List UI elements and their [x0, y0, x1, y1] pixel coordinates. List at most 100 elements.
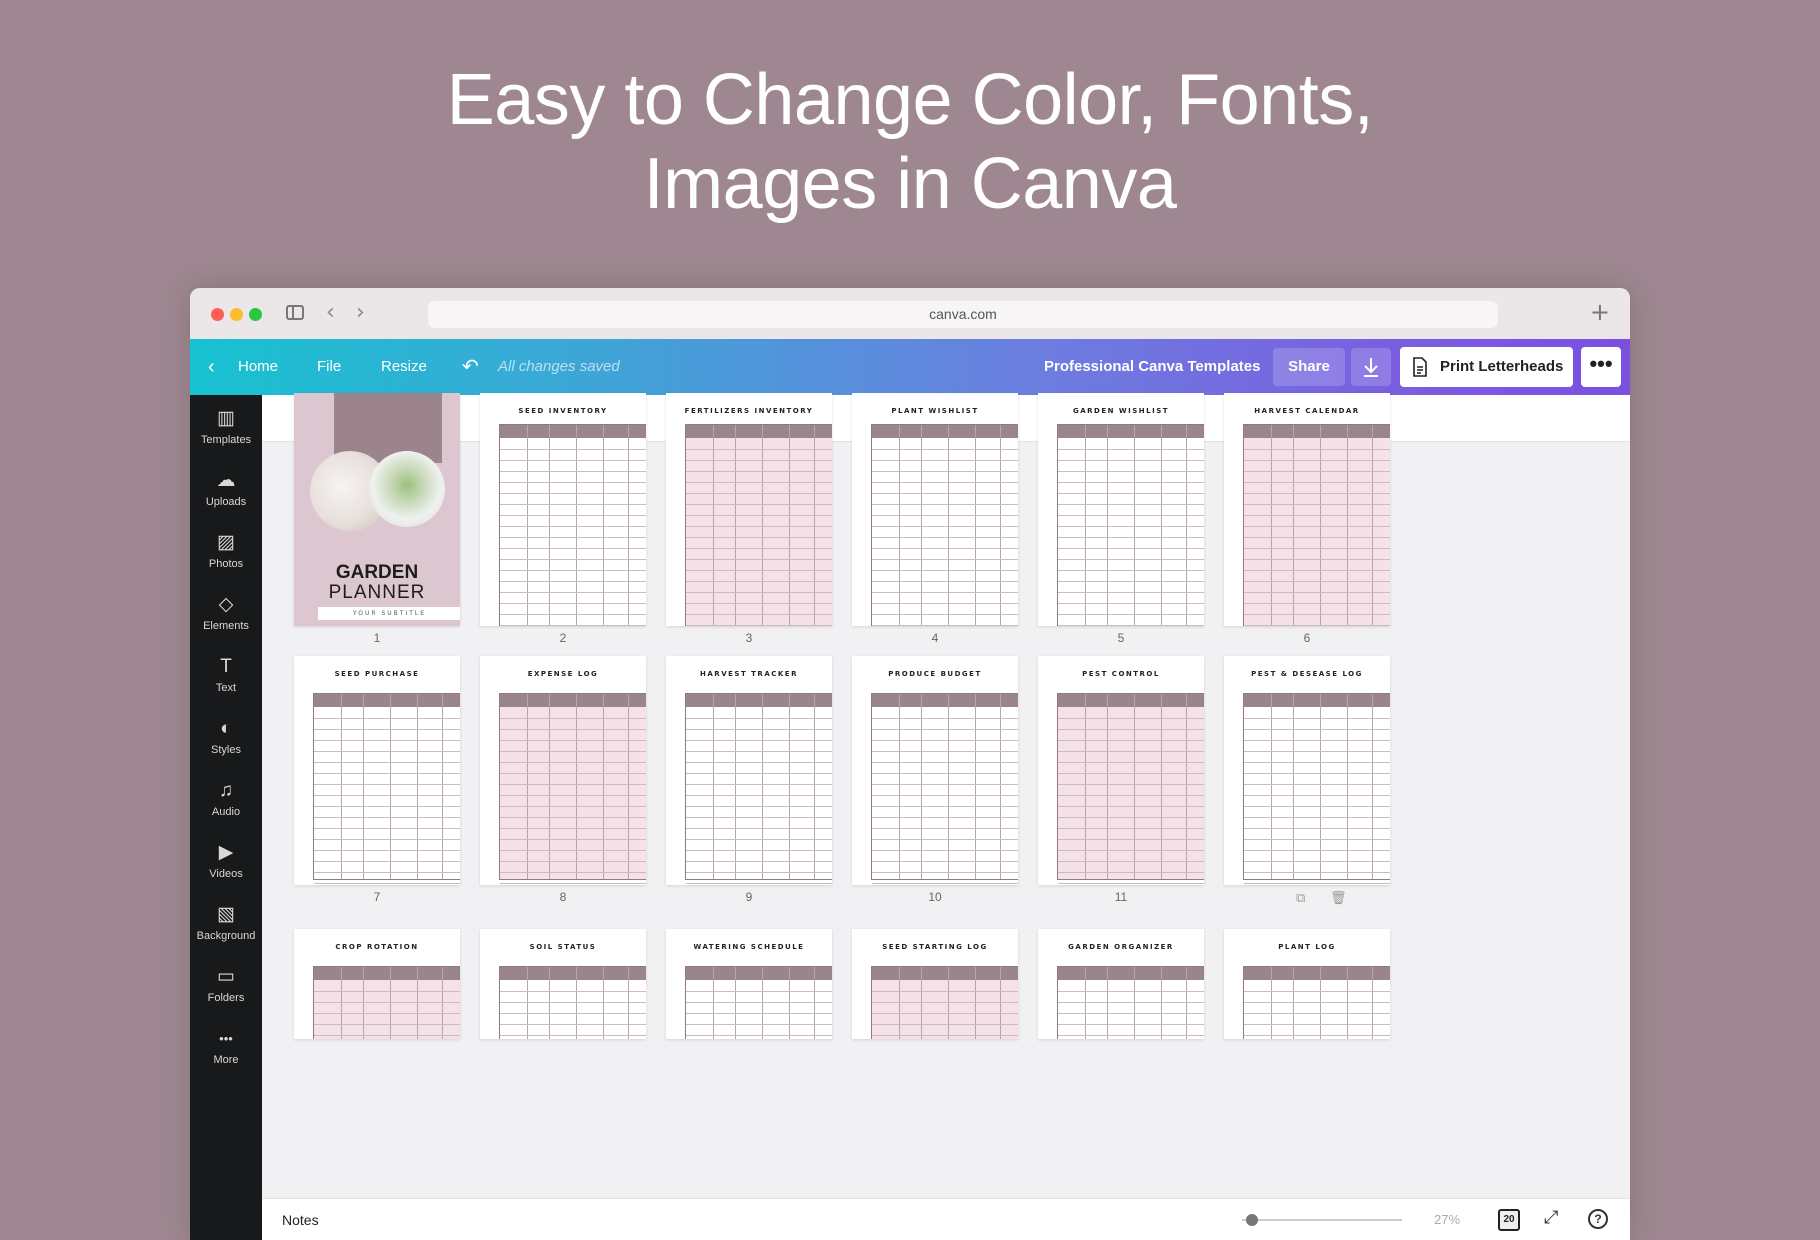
- page-thumbnail[interactable]: GARDEN PLANNER YOUR SUBTITLE: [294, 393, 460, 626]
- home-button[interactable]: Home: [238, 339, 278, 395]
- notes-button[interactable]: Notes: [282, 1199, 319, 1240]
- sidebar-item-elements[interactable]: ◇ Elements: [190, 581, 262, 643]
- back-arrow-icon[interactable]: ‹: [326, 300, 335, 325]
- video-icon: ▶: [218, 842, 234, 863]
- page-thumbnail[interactable]: HARVEST TRACKER: [666, 656, 832, 885]
- planner-table: [313, 966, 460, 1039]
- table-header: [500, 425, 646, 438]
- table-header: [872, 967, 1018, 980]
- page-thumbnail[interactable]: GARDEN WISHLIST: [1038, 393, 1204, 626]
- page-thumbnail[interactable]: CROP ROTATION: [294, 929, 460, 1039]
- address-bar[interactable]: canva.com: [428, 301, 1498, 328]
- page-title: PEST & DESEASE LOG: [1251, 670, 1363, 678]
- sidebar-item-styles[interactable]: ◐ Styles: [190, 705, 262, 767]
- print-letterheads-button[interactable]: Print Letterheads: [1400, 347, 1573, 387]
- table-header: [1244, 694, 1390, 707]
- duplicate-page-icon[interactable]: ⧉: [1296, 891, 1305, 906]
- sidebar-item-label: Elements: [203, 620, 249, 632]
- design-title[interactable]: Professional Canva Templates: [1044, 339, 1260, 395]
- page-thumbnail[interactable]: PLANT LOG: [1224, 929, 1390, 1039]
- sidebar-item-uploads[interactable]: ☁ Uploads: [190, 457, 262, 519]
- page-number: 5: [1117, 631, 1125, 645]
- forward-arrow-icon[interactable]: ›: [356, 300, 365, 325]
- help-icon[interactable]: ?: [1588, 1209, 1608, 1229]
- page-thumbnail[interactable]: PEST CONTROL: [1038, 656, 1204, 885]
- more-options-button[interactable]: •••: [1581, 347, 1621, 387]
- sidebar-item-photos[interactable]: ▨ Photos: [190, 519, 262, 581]
- headline-line-2: Images in Canva: [643, 144, 1177, 224]
- text-icon: T: [220, 656, 232, 677]
- grid-view-button[interactable]: 20: [1498, 1209, 1520, 1231]
- page-thumbnail[interactable]: SEED INVENTORY: [480, 393, 646, 626]
- page-thumbnail[interactable]: SEED PURCHASE: [294, 656, 460, 885]
- sidebar-item-templates[interactable]: ▥ Templates: [190, 395, 262, 457]
- browser-chrome: ‹ › canva.com +: [190, 288, 1630, 339]
- page-thumbnail[interactable]: PRODUCE BUDGET: [852, 656, 1018, 885]
- more-icon: •••: [219, 1031, 233, 1046]
- new-tab-icon[interactable]: +: [1590, 298, 1610, 326]
- page-thumbnail[interactable]: GARDEN ORGANIZER: [1038, 929, 1204, 1039]
- table-header: [314, 694, 460, 707]
- zoom-slider[interactable]: [1242, 1219, 1402, 1221]
- page-thumbnail[interactable]: FERTILIZERS INVENTORY: [666, 393, 832, 626]
- sidebar-item-label: Background: [196, 930, 256, 942]
- page-thumbnail[interactable]: SOIL STATUS: [480, 929, 646, 1039]
- trash-icon[interactable]: 🗑: [1330, 891, 1347, 906]
- zoom-level[interactable]: 27%: [1434, 1199, 1460, 1240]
- share-button[interactable]: Share: [1273, 348, 1345, 386]
- page-number: 9: [745, 890, 753, 904]
- sidebar-item-label: Text: [215, 682, 237, 694]
- browser-window: ‹ › canva.com + ‹ Home File Resize ↶ All…: [190, 288, 1630, 1240]
- sidebar-item-label: Folders: [207, 992, 245, 1004]
- page-title: FERTILIZERS INVENTORY: [684, 407, 814, 415]
- page-number: 7: [373, 890, 381, 904]
- fullscreen-icon[interactable]: ⤢: [1544, 1207, 1558, 1228]
- sidebar-item-audio[interactable]: ♫ Audio: [190, 767, 262, 829]
- planner-table: [1057, 966, 1204, 1039]
- table-header: [872, 694, 1018, 707]
- maximize-window-button[interactable]: [249, 308, 262, 321]
- sidebar-item-background[interactable]: ▧ Background: [190, 891, 262, 953]
- file-menu-button[interactable]: File: [317, 339, 341, 395]
- zoom-slider-knob[interactable]: [1246, 1214, 1258, 1226]
- resize-button[interactable]: Resize: [381, 339, 427, 395]
- page-title: SEED PURCHASE: [334, 670, 420, 678]
- planner-table: [1057, 693, 1204, 884]
- sidebar-item-text[interactable]: T Text: [190, 643, 262, 705]
- planner-table: [871, 693, 1018, 884]
- page-number: 3: [745, 631, 753, 645]
- chevron-left-icon[interactable]: ‹: [208, 339, 215, 395]
- page-thumbnail[interactable]: EXPENSE LOG: [480, 656, 646, 885]
- music-icon: ♫: [218, 780, 234, 801]
- page-title: CROP ROTATION: [335, 943, 419, 951]
- planner-table: [1057, 424, 1204, 626]
- undo-icon[interactable]: ↶: [462, 339, 479, 395]
- page-title: HARVEST CALENDAR: [1254, 407, 1360, 415]
- close-window-button[interactable]: [211, 308, 224, 321]
- planner-table: [685, 424, 832, 626]
- table-header: [500, 967, 646, 980]
- sidebar-toggle-icon[interactable]: [286, 305, 304, 320]
- page-thumbnail[interactable]: PEST & DESEASE LOG: [1224, 656, 1390, 885]
- table-header: [1058, 694, 1204, 707]
- minimize-window-button[interactable]: [230, 308, 243, 321]
- page-thumbnail[interactable]: PLANT WISHLIST: [852, 393, 1018, 626]
- bottom-bar: Notes 27% 20 ⤢ ?: [262, 1198, 1630, 1240]
- page-title: HARVEST TRACKER: [700, 670, 798, 678]
- templates-icon: ▥: [217, 408, 235, 429]
- page-title: SOIL STATUS: [529, 943, 597, 951]
- page-thumbnail[interactable]: HARVEST CALENDAR: [1224, 393, 1390, 626]
- page-title: GARDEN ORGANIZER: [1068, 943, 1174, 951]
- sidebar-item-label: Audio: [211, 806, 241, 818]
- sidebar-item-videos[interactable]: ▶ Videos: [190, 829, 262, 891]
- page-thumbnail[interactable]: WATERING SCHEDULE: [666, 929, 832, 1039]
- sidebar-item-more[interactable]: ••• More: [190, 1015, 262, 1077]
- download-button[interactable]: [1351, 348, 1391, 386]
- sidebar-item-folders[interactable]: ▭ Folders: [190, 953, 262, 1015]
- table-header: [314, 967, 460, 980]
- planner-table: [499, 966, 646, 1039]
- sidebar-item-label: Videos: [209, 868, 243, 880]
- download-icon: [1364, 358, 1378, 377]
- table-header: [1244, 425, 1390, 438]
- page-thumbnail[interactable]: SEED STARTING LOG: [852, 929, 1018, 1039]
